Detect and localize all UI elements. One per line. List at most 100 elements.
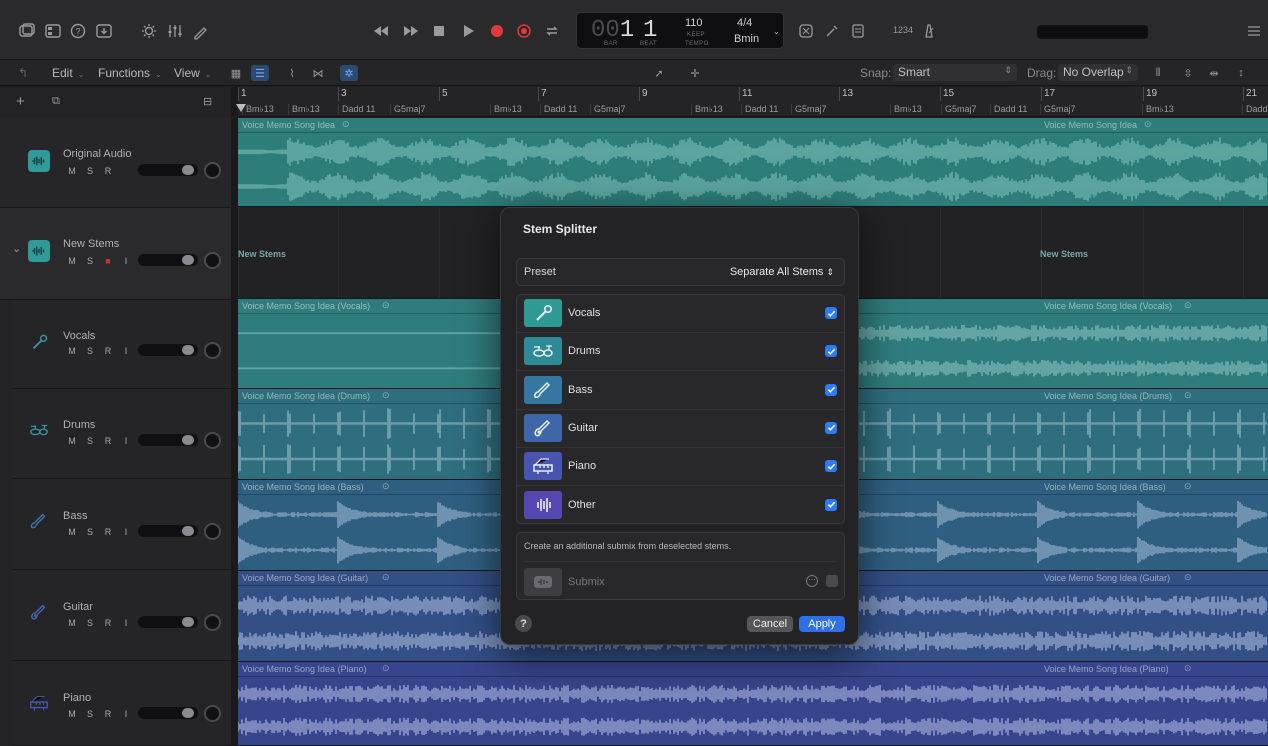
volume-fader[interactable]	[138, 254, 198, 266]
stem-row[interactable]: Guitar	[517, 410, 844, 448]
region-name[interactable]: Voice Memo Song Idea (Piano)	[1044, 664, 1169, 674]
region-name[interactable]: Voice Memo Song Idea (Guitar)	[1044, 573, 1170, 583]
lcd-display[interactable]: 001 1 BAR BEAT 110 KEEP TEMPO 4/4 Bmin ⌄	[576, 12, 784, 49]
track-button[interactable]: M	[66, 618, 78, 628]
grid-view-icon[interactable]: ▦	[227, 65, 245, 81]
track-button[interactable]: M	[66, 346, 78, 356]
track-button[interactable]: R	[102, 527, 114, 537]
track-button[interactable]: R	[102, 709, 114, 719]
track-button[interactable]: S	[84, 256, 96, 266]
track-name[interactable]: New Stems	[63, 238, 119, 250]
track-button[interactable]: S	[84, 527, 96, 537]
track-button[interactable]: S	[84, 346, 96, 356]
region-name[interactable]: Voice Memo Song Idea (Vocals)	[1044, 301, 1172, 311]
track-button[interactable]: R	[102, 346, 114, 356]
metronome-icon[interactable]	[918, 20, 940, 42]
region-name[interactable]: Voice Memo Song Idea	[1044, 120, 1137, 130]
track-button[interactable]: S	[84, 166, 96, 176]
drag-select[interactable]: No Overlap ⇕	[1058, 64, 1138, 81]
add-track-icon[interactable]: +	[16, 93, 25, 110]
track-button[interactable]: R	[102, 166, 114, 176]
list-editors-icon[interactable]	[1243, 20, 1265, 42]
horizontal-zoom-icon[interactable]: ⇹	[1205, 65, 1223, 81]
track-name[interactable]: Drums	[63, 419, 95, 431]
track-header[interactable]: Piano M S R I	[12, 661, 231, 746]
editors-icon[interactable]	[190, 20, 212, 42]
stem-checkbox[interactable]	[825, 345, 837, 358]
track-header[interactable]: Guitar M S R I	[12, 570, 231, 661]
pan-knob[interactable]	[204, 252, 221, 269]
volume-fader[interactable]	[138, 707, 198, 719]
region-name[interactable]: Voice Memo Song Idea (Drums)	[1044, 391, 1172, 401]
track-header[interactable]: Drums M S R I	[12, 389, 231, 479]
chord-marker[interactable]: Dadd 11	[540, 104, 577, 114]
folder-region-label[interactable]: New Stems	[238, 249, 286, 259]
bar-ruler[interactable]: 1 3 5 7 9 11 13 15 17 19 21 Bm♭13 Bm♭13 Dadd 11 G5maj7…	[236, 87, 1268, 117]
vertical-zoom-icon[interactable]: ⇳	[1179, 65, 1197, 81]
flex-icon[interactable]: ⋈	[309, 65, 327, 81]
track-button[interactable]: I	[120, 709, 132, 719]
region-name[interactable]: Voice Memo Song Idea (Bass)	[242, 482, 364, 492]
count-in-label[interactable]: 1234	[893, 25, 913, 35]
track-button[interactable]: I	[120, 256, 132, 266]
catch-playhead-icon[interactable]: ✲	[340, 65, 358, 81]
secondary-tool-icon[interactable]: ✛	[686, 65, 704, 81]
pan-knob[interactable]	[204, 614, 221, 631]
library-icon[interactable]	[16, 20, 38, 42]
stop-icon[interactable]	[428, 20, 450, 42]
stem-checkbox[interactable]	[825, 498, 837, 511]
rewind-icon[interactable]	[370, 20, 392, 42]
track-header[interactable]: Original Audio M S R	[0, 118, 231, 208]
chord-marker[interactable]: Bm♭13	[691, 104, 723, 115]
stem-row[interactable]: Piano	[517, 448, 844, 487]
track-height-icon[interactable]: ↕	[1232, 65, 1250, 81]
track-header[interactable]: ⌄ New Stems M S ■ I	[0, 208, 231, 300]
volume-fader[interactable]	[138, 344, 198, 356]
stem-checkbox[interactable]	[825, 383, 837, 396]
track-button[interactable]: M	[66, 527, 78, 537]
region-name[interactable]: Voice Memo Song Idea (Bass)	[1044, 482, 1166, 492]
track-header[interactable]: Bass M S R I	[12, 479, 231, 570]
track-button[interactable]: M	[66, 166, 78, 176]
track-button[interactable]: I	[120, 346, 132, 356]
more-options-icon[interactable]: ⋯	[806, 575, 818, 587]
chord-marker[interactable]: Bm♭13	[288, 104, 320, 115]
track-button[interactable]: I	[120, 527, 132, 537]
list-view-icon[interactable]: ☰	[251, 65, 269, 81]
chord-marker[interactable]: Bm♭13	[890, 104, 922, 115]
mixer-icon[interactable]	[164, 20, 186, 42]
region-name[interactable]: Voice Memo Song Idea (Drums)	[242, 391, 370, 401]
snap-select[interactable]: Smart ⇕	[893, 64, 1017, 81]
inspector-icon[interactable]	[42, 20, 64, 42]
toolbar-icon[interactable]	[93, 20, 115, 42]
stem-row[interactable]: Bass	[517, 372, 844, 410]
track-button[interactable]: S	[84, 709, 96, 719]
region-name[interactable]: Voice Memo Song Idea (Vocals)	[242, 301, 370, 311]
volume-fader[interactable]	[138, 164, 198, 176]
stem-row[interactable]: Drums	[517, 333, 844, 372]
track-header[interactable]: Vocals M S R I	[12, 300, 231, 389]
track-button[interactable]: ■	[102, 256, 114, 266]
global-tracks-icon[interactable]: ⊟	[203, 95, 212, 108]
duplicate-track-icon[interactable]: ⧉	[52, 95, 60, 108]
edit-tools-icon[interactable]	[821, 20, 843, 42]
piano-lane[interactable]: Voice Memo Song Idea (Piano) ⊙ Voice Memo …	[238, 662, 1268, 746]
chord-marker[interactable]: G5maj7	[590, 104, 626, 114]
record-icon[interactable]	[486, 20, 508, 42]
preset-select[interactable]: Separate All Stems ⇕	[730, 266, 834, 278]
view-menu[interactable]: View ⌄	[174, 66, 212, 80]
stem-row[interactable]: Other	[517, 487, 844, 525]
chord-marker[interactable]: Dadd 11	[990, 104, 1027, 114]
track-button[interactable]: M	[66, 709, 78, 719]
chord-marker[interactable]: Bm♭13	[1142, 104, 1174, 115]
region-name[interactable]: Voice Memo Song Idea (Piano)	[242, 664, 367, 674]
automation-icon[interactable]: ⌇	[283, 65, 301, 81]
volume-fader[interactable]	[138, 525, 198, 537]
back-arrow-icon[interactable]: ↰	[18, 66, 28, 80]
chord-marker[interactable]: Dadd 11	[741, 104, 778, 114]
region-name[interactable]: Voice Memo Song Idea (Guitar)	[242, 573, 368, 583]
waveform-zoom-icon[interactable]: ⦀	[1149, 65, 1167, 81]
stem-checkbox[interactable]	[825, 421, 837, 434]
volume-fader[interactable]	[138, 616, 198, 628]
track-name[interactable]: Original Audio	[63, 148, 132, 160]
